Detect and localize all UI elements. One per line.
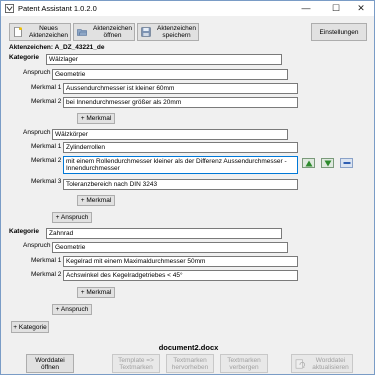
feature-1-2-1-field[interactable]: Zylinderrollen	[63, 142, 298, 153]
feature-1-2-2-field[interactable]: mit einem Rollendurchmesser kleiner als …	[63, 156, 298, 174]
close-icon[interactable]: ✕	[348, 1, 374, 16]
settings-button[interactable]: Einstellungen	[311, 23, 367, 41]
add-category-button[interactable]: + Kategorie	[11, 321, 49, 333]
save-file-number-label: Aktenzeichen speichern	[156, 25, 197, 39]
minimize-icon[interactable]: —	[293, 1, 319, 16]
highlight-textmarks-button[interactable]: Textmarken hervorheben	[166, 354, 214, 373]
add-feature-1-1-button[interactable]: + Merkmal	[77, 113, 115, 124]
save-file-number-button[interactable]: Aktenzeichen speichern	[137, 23, 199, 41]
feature-1-1-1-label: Merkmal 1	[31, 84, 62, 91]
category-1-label: Kategorie	[9, 54, 39, 61]
category-2-label: Kategorie	[9, 228, 39, 235]
new-file-number-button[interactable]: Neues Aktenzeichen	[9, 23, 71, 41]
claim-1-1-field[interactable]: Geometrie	[52, 69, 288, 80]
new-document-icon	[14, 27, 22, 37]
new-file-number-label: Neues Aktenzeichen	[28, 25, 69, 39]
document-name: document2.docx	[158, 343, 219, 352]
main-window: Patent Assistant 1.0.2.0 — ☐ ✕ Neues Akt…	[0, 0, 375, 375]
open-file-number-label: Aktenzeichen öffnen	[92, 25, 133, 39]
feature-2-1-1-field[interactable]: Kegelrad mit einem Maximaldurchmesser 50…	[63, 256, 298, 267]
move-up-button[interactable]	[302, 158, 315, 168]
minus-icon	[343, 162, 350, 164]
maximize-icon[interactable]: ☐	[323, 1, 349, 16]
file-number-label: Aktenzeichen: A_DZ_43221_de	[9, 44, 105, 51]
feature-2-1-1-label: Merkmal 1	[31, 257, 62, 264]
remove-feature-button[interactable]	[340, 158, 353, 168]
feature-1-1-2-field[interactable]: bei Innendurchmesser größer als 20mm	[63, 97, 298, 108]
save-disk-icon	[141, 27, 151, 37]
app-icon	[5, 4, 14, 13]
feature-2-1-2-label: Merkmal 2	[31, 271, 62, 278]
claim-1-2-field[interactable]: Wälzkörper	[52, 129, 288, 140]
window-title: Patent Assistant 1.0.2.0	[18, 4, 97, 13]
feature-1-1-2-label: Merkmal 2	[31, 98, 62, 105]
claim-1-1-label: Anspruch	[23, 69, 51, 76]
add-claim-1-button[interactable]: + Anspruch	[52, 212, 92, 223]
add-feature-1-2-button[interactable]: + Merkmal	[77, 195, 115, 206]
feature-1-1-1-field[interactable]: Aussendurchmesser ist kleiner 60mm	[63, 83, 298, 94]
claim-1-2-label: Anspruch	[23, 129, 51, 136]
feature-2-1-2-field[interactable]: Achswinkel des Kegelradgetriebes < 45°	[63, 270, 298, 281]
update-word-file-button[interactable]: Worddatei aktualisieren	[291, 354, 353, 373]
feature-1-2-3-field[interactable]: Toleranzbereich nach DIN 3243	[63, 179, 298, 190]
category-2-field[interactable]: Zahnrad	[46, 228, 282, 239]
category-1-field[interactable]: Wälzlager	[46, 54, 282, 65]
arrow-down-icon	[324, 160, 331, 166]
arrow-up-icon	[305, 160, 312, 166]
move-down-button[interactable]	[321, 158, 334, 168]
claim-2-1-field[interactable]: Geometrie	[52, 242, 288, 253]
update-word-file-label: Worddatei aktualisieren	[312, 356, 349, 371]
feature-1-2-2-label: Merkmal 2	[31, 157, 62, 164]
hide-textmarks-button[interactable]: Textmarken verbergen	[220, 354, 268, 373]
update-document-icon	[295, 359, 305, 368]
claim-2-1-label: Anspruch	[23, 242, 51, 249]
feature-1-2-3-label: Merkmal 3	[31, 178, 62, 185]
title-bar: Patent Assistant 1.0.2.0 — ☐ ✕	[1, 1, 374, 16]
template-to-textmarks-button[interactable]: Template => Textmarken	[112, 354, 160, 373]
add-claim-2-button[interactable]: + Anspruch	[52, 304, 92, 315]
open-file-number-button[interactable]: Aktenzeichen öffnen	[73, 23, 135, 41]
feature-1-2-1-label: Merkmal 1	[31, 143, 62, 150]
open-word-file-button[interactable]: Worddatei öffnen	[26, 354, 74, 373]
open-folder-icon	[77, 29, 87, 36]
add-feature-2-1-button[interactable]: + Merkmal	[77, 287, 115, 298]
